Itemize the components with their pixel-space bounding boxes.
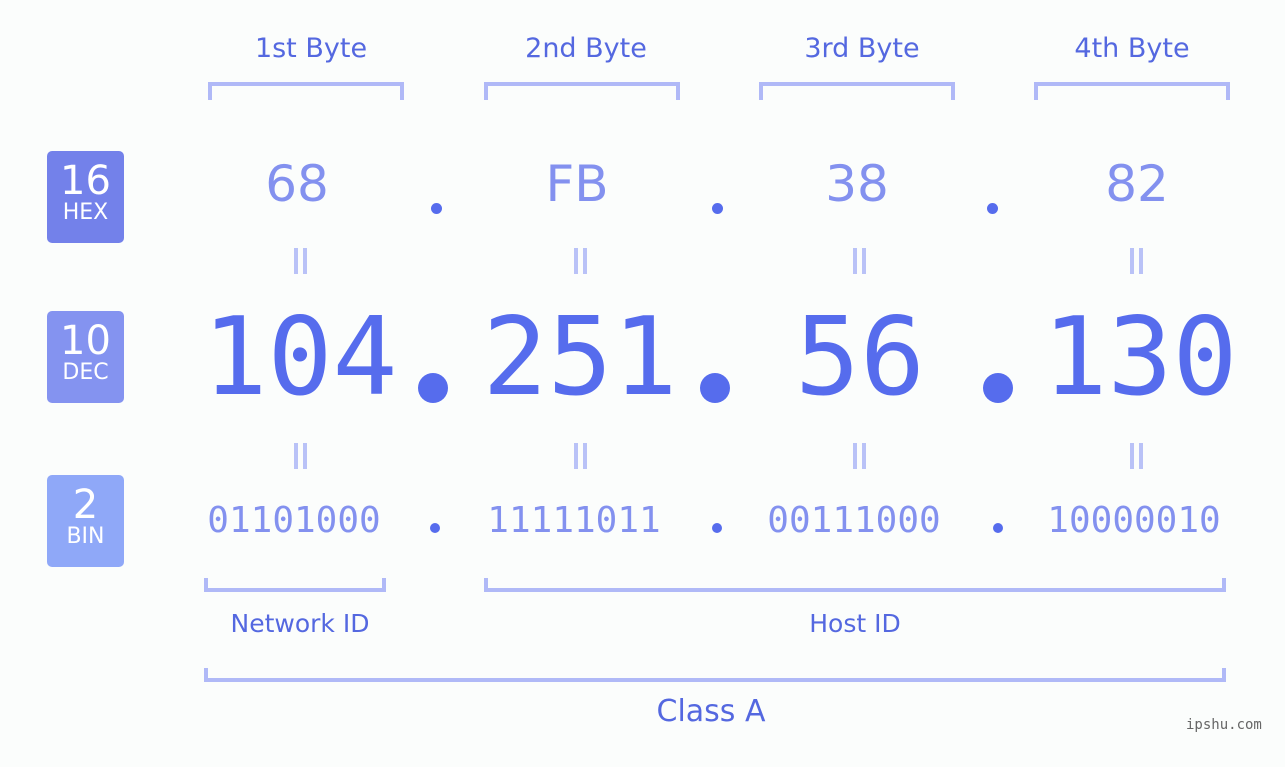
equals-icon	[572, 443, 588, 469]
class-label: Class A	[656, 694, 766, 729]
equals-icon	[851, 443, 867, 469]
dec-byte-4: 130	[1042, 295, 1238, 420]
dec-name: DEC	[62, 360, 109, 385]
hex-badge: 16 HEX	[47, 151, 124, 243]
class-bracket	[204, 668, 1226, 682]
hex-byte-2: FB	[545, 155, 609, 213]
dec-separator-3	[983, 373, 1013, 403]
dec-byte-1: 104	[202, 295, 398, 420]
bin-byte-2: 11111011	[487, 500, 661, 541]
hex-byte-1: 68	[265, 155, 329, 213]
hex-separator-3	[987, 203, 998, 214]
watermark: ipshu.com	[1186, 717, 1262, 733]
dec-byte-2: 251	[482, 295, 678, 420]
hex-base: 16	[60, 158, 111, 204]
byte-bracket-3	[759, 82, 955, 100]
bin-separator-3	[993, 523, 1003, 533]
host-id-bracket	[484, 578, 1226, 592]
hex-name: HEX	[62, 200, 109, 225]
dec-base: 10	[60, 318, 111, 364]
byte-bracket-2	[484, 82, 680, 100]
bin-name: BIN	[66, 524, 105, 549]
byte-label-4: 4th Byte	[1074, 33, 1190, 64]
byte-label-1: 1st Byte	[254, 33, 368, 64]
bin-separator-1	[430, 523, 440, 533]
bin-byte-4: 10000010	[1047, 500, 1221, 541]
dec-separator-2	[700, 373, 730, 403]
hex-separator-1	[431, 203, 442, 214]
dec-separator-1	[418, 373, 448, 403]
hex-separator-2	[712, 203, 723, 214]
equals-icon	[851, 248, 867, 274]
dec-byte-3: 56	[794, 295, 926, 420]
host-id-label: Host ID	[809, 609, 901, 638]
bin-byte-3: 00111000	[767, 500, 941, 541]
byte-bracket-4	[1034, 82, 1230, 100]
byte-label-3: 3rd Byte	[804, 33, 920, 64]
byte-label-2: 2nd Byte	[525, 33, 647, 64]
network-id-bracket	[204, 578, 386, 592]
dec-badge: 10 DEC	[47, 311, 124, 403]
bin-badge: 2 BIN	[47, 475, 124, 567]
bin-base: 2	[72, 482, 99, 528]
equals-icon	[1128, 443, 1144, 469]
equals-icon	[292, 443, 308, 469]
equals-icon	[1128, 248, 1144, 274]
equals-icon	[292, 248, 308, 274]
equals-icon	[572, 248, 588, 274]
network-id-label: Network ID	[230, 609, 370, 638]
bin-byte-1: 01101000	[207, 500, 381, 541]
hex-byte-3: 38	[825, 155, 889, 213]
byte-bracket-1	[208, 82, 404, 100]
bin-separator-2	[712, 523, 722, 533]
hex-byte-4: 82	[1105, 155, 1169, 213]
